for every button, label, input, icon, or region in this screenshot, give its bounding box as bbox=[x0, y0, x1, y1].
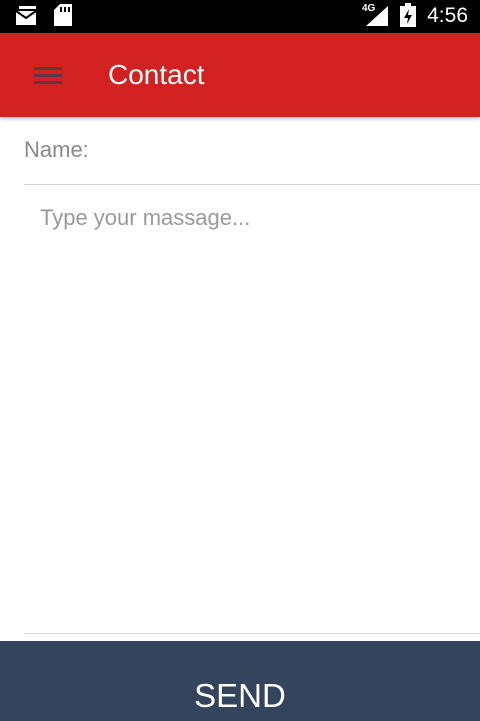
page-title: Contact bbox=[108, 59, 205, 90]
mail-icon bbox=[16, 6, 37, 25]
message-input[interactable] bbox=[24, 185, 464, 615]
clock-time: 4:56 bbox=[427, 4, 468, 27]
message-field-container bbox=[24, 185, 480, 634]
battery-charging-icon bbox=[400, 3, 416, 27]
status-bar: 4G 4:56 bbox=[0, 0, 480, 33]
signal-icon bbox=[366, 6, 388, 26]
send-button[interactable]: SEND bbox=[0, 641, 480, 721]
app-bar: Contact bbox=[0, 33, 480, 117]
sd-card-icon bbox=[54, 4, 72, 26]
name-label: Name: bbox=[24, 137, 89, 162]
hamburger-menu-icon[interactable] bbox=[24, 57, 72, 93]
name-input[interactable] bbox=[104, 132, 478, 170]
name-field-row: Name: bbox=[24, 118, 480, 185]
